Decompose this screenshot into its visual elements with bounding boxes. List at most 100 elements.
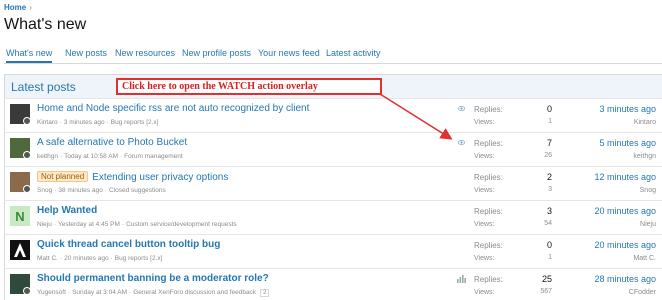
- last-post-user[interactable]: Snog: [640, 187, 656, 194]
- last-post-user[interactable]: Matt C.: [633, 255, 656, 262]
- thread-forum[interactable]: General XenForo discussion and feedback: [133, 289, 256, 296]
- avatar-badge-icon: [23, 185, 30, 192]
- avatar[interactable]: [10, 240, 30, 260]
- views-label: Views:: [474, 289, 495, 296]
- thread-forum[interactable]: Bug reports [2.x]: [115, 255, 163, 262]
- views-label: Views:: [474, 187, 495, 194]
- views-count: 1: [548, 254, 552, 261]
- thread-row[interactable]: N Help Wanted Nieju · Yesterday at 4:45 PM…: [4, 200, 662, 234]
- eye-icon[interactable]: [458, 105, 465, 112]
- bar-graph-icon[interactable]: [457, 275, 466, 283]
- last-post-time[interactable]: 5 minutes ago: [599, 138, 656, 148]
- last-post-time[interactable]: 20 minutes ago: [594, 206, 656, 216]
- avatar[interactable]: [10, 172, 30, 192]
- tab-latest-activity[interactable]: Latest activity: [326, 48, 381, 58]
- views-count: 567: [540, 288, 552, 295]
- replies-count: 25: [541, 274, 552, 284]
- replies-label: Replies:: [474, 173, 503, 182]
- thread-title-text[interactable]: Home and Node specific rss are not auto …: [37, 103, 309, 114]
- tab-new-resources[interactable]: New resources: [115, 48, 175, 58]
- replies-count: 0: [546, 104, 552, 114]
- views-count: 1: [548, 118, 552, 125]
- thread-date[interactable]: Today at 10:58 AM: [64, 153, 118, 160]
- replies-label: Replies:: [474, 105, 503, 114]
- thread-author[interactable]: Kintaro: [37, 119, 58, 126]
- thread-date[interactable]: 3 minutes ago: [64, 119, 105, 126]
- avatar-badge-icon: [23, 151, 30, 158]
- last-post-time[interactable]: 20 minutes ago: [594, 240, 656, 250]
- thread-row[interactable]: Should permanent banning be a moderator …: [4, 268, 662, 300]
- thread-meta: Matt C. · 20 minutes ago · Bug reports [2.x]: [37, 255, 163, 262]
- thread-row[interactable]: Home and Node specific rss are not auto …: [4, 98, 662, 132]
- replies-label: Replies:: [474, 207, 503, 216]
- views-count: 54: [544, 220, 552, 227]
- thread-title[interactable]: Home and Node specific rss are not auto …: [37, 103, 309, 114]
- tab-new-profile-posts[interactable]: New profile posts: [182, 48, 251, 58]
- thread-date[interactable]: 38 minutes ago: [58, 187, 102, 194]
- thread-forum[interactable]: Forum management: [124, 153, 183, 160]
- thread-date[interactable]: Yesterday at 4:45 PM: [58, 221, 120, 228]
- thread-title[interactable]: Not planned Extending user privacy option…: [37, 171, 228, 183]
- thread-title-text[interactable]: Should permanent banning be a moderator …: [37, 273, 269, 284]
- replies-label: Replies:: [474, 275, 503, 284]
- tab-bar: What's new New posts New resources New p…: [4, 44, 662, 64]
- last-post-user[interactable]: Kintaro: [634, 119, 656, 126]
- thread-meta: Yugensoft · Sunday at 3:04 AM · General XenF…: [37, 289, 270, 297]
- prefix-label[interactable]: Not planned: [37, 171, 89, 182]
- thread-title-text[interactable]: Help Wanted: [37, 205, 97, 216]
- thread-meta: Kintaro · 3 minutes ago · Bug reports [2.x]: [37, 119, 159, 126]
- avatar[interactable]: N: [10, 206, 30, 226]
- replies-count: 3: [546, 206, 552, 216]
- thread-author[interactable]: Matt C.: [37, 255, 58, 262]
- views-label: Views:: [474, 255, 495, 262]
- last-post-user[interactable]: Nieju: [640, 221, 656, 228]
- page-jump[interactable]: 2: [260, 289, 270, 297]
- views-label: Views:: [474, 153, 495, 160]
- replies-label: Replies:: [474, 241, 503, 250]
- tab-your-news-feed[interactable]: Your news feed: [258, 48, 320, 58]
- avatar[interactable]: [10, 274, 30, 294]
- thread-forum[interactable]: Custom service/development requests: [126, 221, 237, 228]
- thread-row[interactable]: Quick thread cancel button tooltip bug M…: [4, 234, 662, 268]
- thread-author[interactable]: keithgn: [37, 153, 58, 160]
- replies-count: 0: [546, 240, 552, 250]
- tab-new-posts[interactable]: New posts: [65, 48, 107, 58]
- thread-forum[interactable]: Bug reports [2.x]: [111, 119, 159, 126]
- thread-date[interactable]: 20 minutes ago: [64, 255, 108, 262]
- thread-title[interactable]: Should permanent banning be a moderator …: [37, 273, 269, 284]
- thread-author[interactable]: Nieju: [37, 221, 52, 228]
- thread-author[interactable]: Yugensoft: [37, 289, 66, 296]
- breadcrumb-separator: ›: [29, 3, 32, 12]
- thread-title-text[interactable]: A safe alternative to Photo Bucket: [37, 137, 187, 148]
- thread-row[interactable]: Not planned Extending user privacy option…: [4, 166, 662, 200]
- thread-author[interactable]: Snog: [37, 187, 52, 194]
- thread-title-text[interactable]: Quick thread cancel button tooltip bug: [37, 239, 220, 250]
- eye-icon[interactable]: [458, 139, 465, 146]
- last-post-time[interactable]: 12 minutes ago: [594, 172, 656, 182]
- thread-title[interactable]: Quick thread cancel button tooltip bug: [37, 239, 220, 250]
- block-title[interactable]: Latest posts: [11, 80, 76, 94]
- last-post-user[interactable]: CFodder: [629, 289, 656, 296]
- logo-icon: [14, 243, 26, 257]
- replies-label: Replies:: [474, 139, 503, 148]
- thread-title-text[interactable]: Extending user privacy options: [92, 172, 228, 183]
- avatar[interactable]: [10, 104, 30, 124]
- views-count: 26: [544, 152, 552, 159]
- thread-title[interactable]: Help Wanted: [37, 205, 97, 216]
- thread-row[interactable]: A safe alternative to Photo Bucket keith…: [4, 132, 662, 166]
- thread-title[interactable]: A safe alternative to Photo Bucket: [37, 137, 187, 148]
- thread-date[interactable]: Sunday at 3:04 AM: [72, 289, 127, 296]
- breadcrumb: Home ›: [4, 3, 32, 12]
- tab-whats-new[interactable]: What's new: [6, 48, 53, 63]
- breadcrumb-home-link[interactable]: Home: [4, 3, 26, 12]
- replies-count: 7: [546, 138, 552, 148]
- avatar[interactable]: [10, 138, 30, 158]
- avatar-badge-icon: [23, 287, 30, 294]
- page-title: What's new: [4, 16, 87, 33]
- thread-forum[interactable]: Closed suggestions: [109, 187, 166, 194]
- last-post-time[interactable]: 28 minutes ago: [594, 274, 656, 284]
- thread-meta: keithgn · Today at 10:58 AM · Forum manageme…: [37, 153, 183, 160]
- last-post-time[interactable]: 3 minutes ago: [599, 104, 656, 114]
- annotation-callout: Click here to open the WATCH action over…: [116, 78, 382, 95]
- last-post-user[interactable]: keithgn: [633, 153, 656, 160]
